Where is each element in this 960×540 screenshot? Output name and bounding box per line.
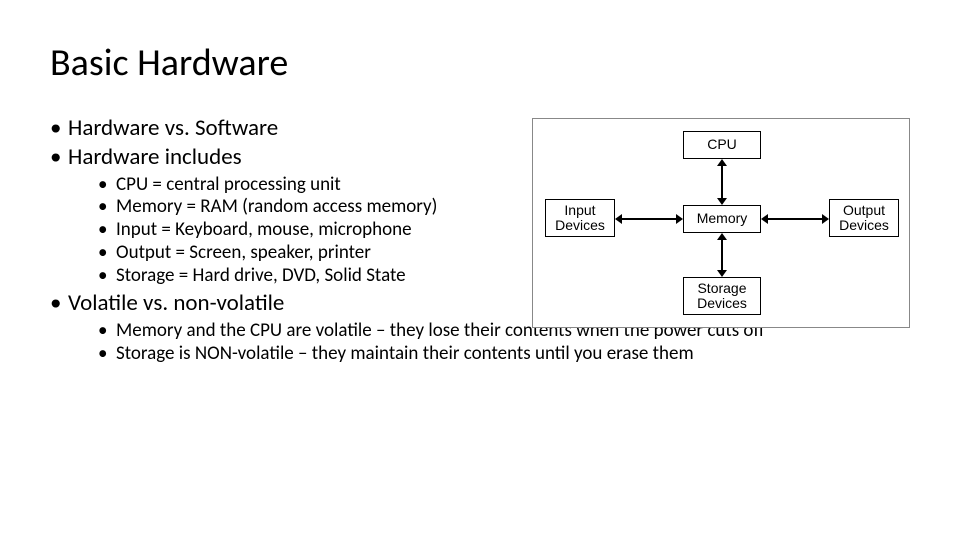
arrow-memory-output xyxy=(767,218,823,220)
bullet-text: Input = Keyboard, mouse, microphone xyxy=(116,218,412,241)
diagram-box-cpu: CPU xyxy=(683,131,761,159)
bullet-text: Storage is NON-volatile – they maintain … xyxy=(116,342,694,365)
bullet-text: Volatile vs. non-volatile xyxy=(68,289,284,317)
bullet-l2: Storage is NON-volatile – they maintain … xyxy=(98,343,910,366)
hardware-diagram: CPU Memory Storage Devices Input Devices… xyxy=(532,118,910,328)
bullet-text: Output = Screen, speaker, printer xyxy=(116,241,371,264)
bullet-text: Memory = RAM (random access memory) xyxy=(116,195,437,218)
bullet-text: Hardware includes xyxy=(68,143,242,171)
diagram-box-input: Input Devices xyxy=(545,199,615,237)
slide: Basic Hardware Hardware vs. Software Har… xyxy=(0,0,960,366)
bullet-text: Hardware vs. Software xyxy=(68,114,278,142)
diagram-box-storage: Storage Devices xyxy=(683,277,761,315)
page-title: Basic Hardware xyxy=(50,40,910,86)
arrow-memory-storage xyxy=(721,239,723,271)
bullet-text: Storage = Hard drive, DVD, Solid State xyxy=(116,264,406,287)
diagram-box-output: Output Devices xyxy=(829,199,899,237)
arrow-cpu-memory xyxy=(721,165,723,199)
bullet-text: CPU = central processing unit xyxy=(116,173,341,196)
arrow-input-memory xyxy=(621,218,677,220)
content-area: Hardware vs. Software Hardware includes … xyxy=(50,114,910,366)
diagram-box-memory: Memory xyxy=(683,205,761,233)
